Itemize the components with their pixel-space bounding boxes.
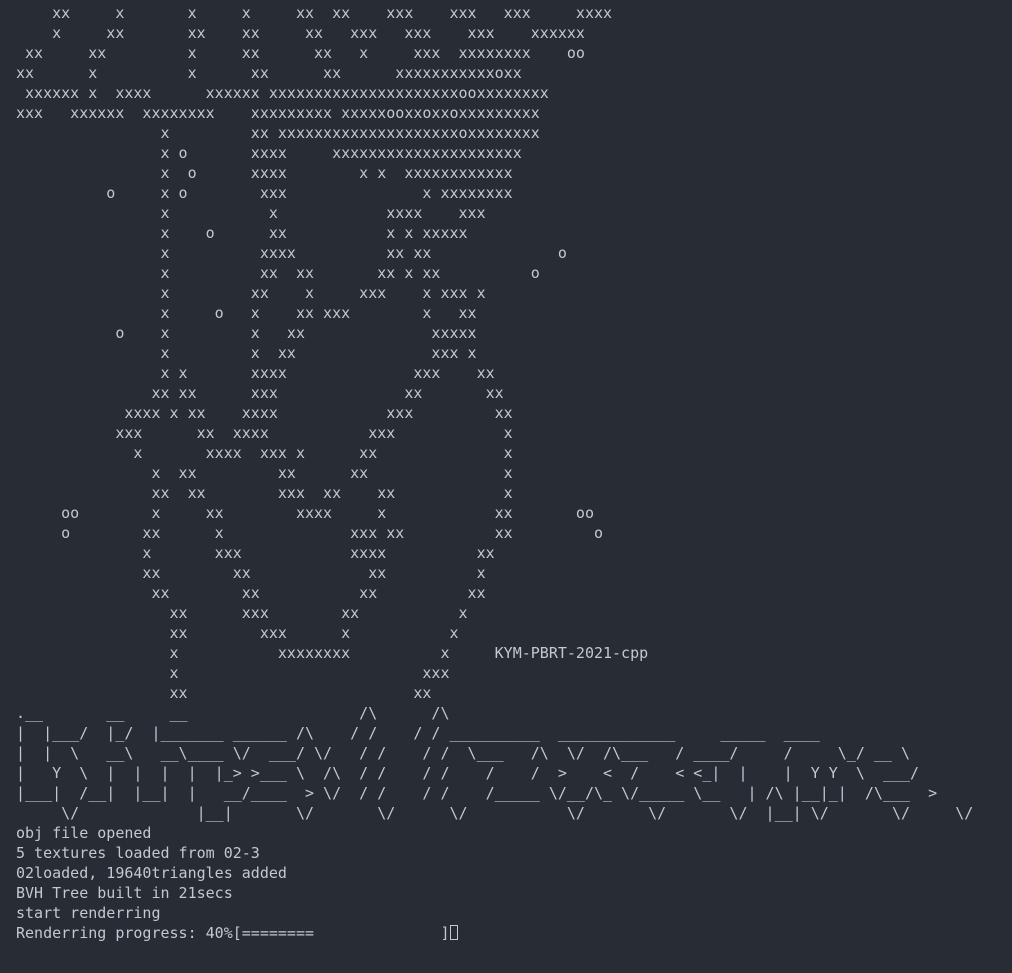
log-line: start renderring	[16, 904, 161, 922]
log-line: BVH Tree built in 21secs	[16, 884, 233, 902]
progress-line: Renderring progress: 40%[======== ]	[16, 923, 973, 943]
ascii-banner: .__ __ __ /\ /\ | |___/ |_/ |_______ ___…	[16, 704, 974, 822]
progress-text: Renderring progress: 40%[======== ]	[16, 924, 450, 942]
terminal-cursor	[450, 925, 459, 940]
log-line: 5 textures loaded from 02-3	[16, 844, 260, 862]
ascii-art-render: xx x x x xx xx xxx xxx xxx xxxx x xx xx …	[16, 4, 649, 702]
terminal-window[interactable]: xx x x x xx xx xxx xxx xxx xxxx x xx xx …	[0, 0, 1012, 973]
log-line: 02loaded, 19640triangles added	[16, 864, 287, 882]
log-line: obj file opened	[16, 824, 152, 842]
terminal-output: xx x x x xx xx xxx xxx xxx xxxx x xx xx …	[16, 3, 973, 943]
